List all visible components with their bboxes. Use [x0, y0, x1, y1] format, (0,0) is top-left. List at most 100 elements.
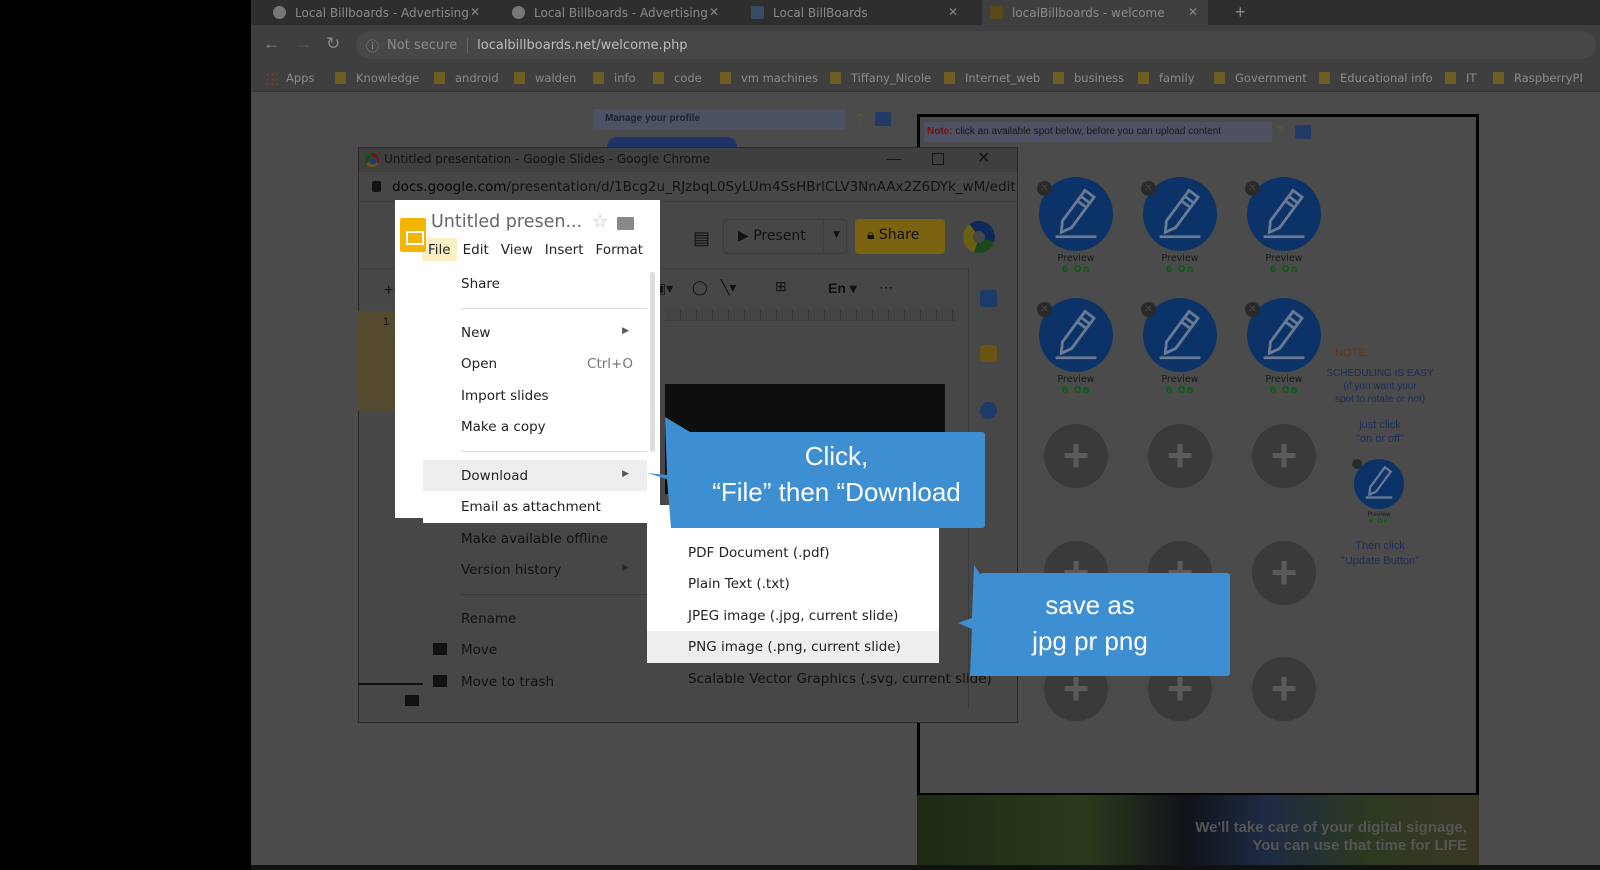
file-menu-item-rename[interactable]: Rename: [423, 602, 647, 634]
content-spot[interactable]: ✕: [1037, 298, 1113, 372]
bookmark-folder[interactable]: walden: [514, 71, 576, 85]
add-spot-button[interactable]: +: [1044, 424, 1108, 488]
file-menu-item-share[interactable]: Share: [423, 268, 647, 300]
bookmark-folder[interactable]: code: [653, 71, 702, 85]
calendar-icon[interactable]: [980, 290, 997, 307]
download-option-png[interactable]: PNG image (.png, current slide): [647, 631, 939, 663]
star-icon[interactable]: ☆: [592, 211, 608, 232]
back-icon[interactable]: ←: [263, 34, 280, 54]
share-button[interactable]: 🔒︎ Share: [855, 219, 945, 254]
help-icon[interactable]: ?: [1276, 123, 1283, 138]
spot-status[interactable]: Preview6 On: [1244, 253, 1324, 275]
bookmark-folder[interactable]: Tiffany_Nicole: [830, 71, 931, 85]
remove-spot-icon[interactable]: ✕: [1037, 302, 1052, 317]
content-spot[interactable]: ✕: [1245, 298, 1321, 372]
spot-status[interactable]: Preview6 On: [1140, 374, 1220, 396]
tasks-icon[interactable]: [980, 402, 997, 419]
download-option-svg[interactable]: Scalable Vector Graphics (.svg, current …: [647, 662, 992, 694]
file-menu-item-import-slides[interactable]: Import slides: [423, 379, 647, 411]
slides-logo-icon[interactable]: [400, 218, 426, 252]
folder-icon: [434, 72, 445, 84]
omnibox[interactable]: ⓘ Not secure localbillboards.net/welcome…: [356, 31, 1596, 59]
more-icon[interactable]: ⋯: [879, 279, 893, 296]
minimize-button[interactable]: —: [887, 150, 901, 166]
file-menu-item-make-a-copy[interactable]: Make a copy: [423, 411, 647, 443]
bookmark-folder[interactable]: android: [434, 71, 499, 85]
bookmark-apps[interactable]: Apps: [265, 71, 314, 85]
keep-icon[interactable]: [980, 345, 997, 362]
help-icon[interactable]: ?: [856, 111, 863, 126]
chevron-down-icon[interactable]: ▼: [833, 230, 840, 240]
menu-separator: [423, 442, 647, 460]
maximize-button[interactable]: [932, 153, 944, 165]
profile-icon[interactable]: [875, 112, 891, 126]
file-menu-item-version-history[interactable]: Version history ▶: [423, 554, 647, 586]
content-spot[interactable]: ✕: [1037, 177, 1113, 251]
remove-spot-icon[interactable]: ✕: [1141, 302, 1156, 317]
menu-format[interactable]: Format: [590, 238, 650, 261]
line-icon[interactable]: ╲▾: [721, 279, 736, 296]
bookmark-folder[interactable]: info: [593, 71, 636, 85]
file-menu-item-download[interactable]: Download ▶: [423, 459, 647, 491]
present-button[interactable]: ▶ Present ▼: [723, 219, 847, 254]
comment-add-icon[interactable]: ⊞: [775, 278, 787, 295]
bookmark-folder[interactable]: Knowledge: [335, 71, 419, 85]
tab-1[interactable]: Local Billboards - Advertising ✕: [265, 0, 490, 25]
remove-spot-icon[interactable]: ✕: [1245, 302, 1260, 317]
close-tab-icon[interactable]: ✕: [1188, 5, 1198, 19]
bookmark-folder[interactable]: RaspberryPI: [1493, 71, 1583, 85]
bookmark-folder[interactable]: Government: [1214, 71, 1307, 85]
bookmark-folder[interactable]: business: [1053, 71, 1124, 85]
file-menu-item-make-available-offline[interactable]: Make available offline: [423, 522, 647, 554]
window-url-bar[interactable]: docs.google.com/presentation/d/1Bcg2u_RJ…: [359, 172, 1017, 202]
content-spot[interactable]: ✕: [1141, 177, 1217, 251]
account-avatar[interactable]: [963, 221, 995, 253]
bookmark-folder[interactable]: family: [1138, 71, 1195, 85]
close-tab-icon[interactable]: ✕: [948, 5, 958, 19]
spot-status[interactable]: Preview6 On: [1140, 253, 1220, 275]
grid-view-icon[interactable]: [405, 695, 419, 706]
reload-icon[interactable]: ↻: [326, 34, 340, 54]
menu-edit[interactable]: Edit: [457, 238, 495, 261]
spot-status[interactable]: Preview6 On: [1036, 253, 1116, 275]
input-tools-button[interactable]: En ▾: [828, 280, 857, 297]
menu-file[interactable]: File: [422, 238, 457, 261]
url-path: /presentation/d/1Bcg2u_RJzbqL0SyLUm4SsHB…: [506, 179, 1017, 195]
menu-view[interactable]: View: [495, 238, 539, 261]
bookmark-folder[interactable]: IT: [1445, 71, 1476, 85]
document-title[interactable]: Untitled presen...: [431, 212, 582, 232]
close-window-button[interactable]: ✕: [977, 148, 990, 168]
download-option-txt[interactable]: Plain Text (.txt): [647, 568, 939, 600]
new-tab-button[interactable]: +: [1235, 2, 1246, 23]
comment-icon[interactable]: ▤: [693, 228, 710, 249]
download-option-pdf[interactable]: PDF Document (.pdf): [647, 536, 939, 568]
file-menu-item-move[interactable]: Move: [423, 634, 647, 666]
close-tab-icon[interactable]: ✕: [470, 5, 480, 19]
file-menu-item-new[interactable]: New ▶: [423, 316, 647, 348]
menu-insert[interactable]: Insert: [539, 238, 590, 261]
add-spot-button[interactable]: +: [1148, 424, 1212, 488]
remove-spot-icon[interactable]: ✕: [1245, 181, 1260, 196]
file-menu-item-email-as-attachment[interactable]: Email as attachment: [423, 491, 647, 523]
bookmark-folder[interactable]: vm machines: [720, 71, 818, 85]
save-icon[interactable]: [1295, 125, 1311, 139]
file-menu-item-open[interactable]: Open Ctrl+O: [423, 348, 647, 380]
manage-profile-button[interactable]: Manage your profile: [593, 109, 845, 130]
add-spot-button[interactable]: +: [1252, 657, 1316, 721]
forward-icon[interactable]: →: [295, 34, 312, 54]
tab-4-active[interactable]: localBillboards - welcome ✕: [982, 0, 1208, 25]
remove-spot-icon[interactable]: ✕: [1037, 181, 1052, 196]
folder-icon[interactable]: [617, 217, 634, 230]
bookmark-folder[interactable]: Internet_web: [944, 71, 1040, 85]
download-option-jpg[interactable]: JPEG image (.jpg, current slide): [647, 599, 939, 631]
spot-status[interactable]: Preview6 On: [1036, 374, 1116, 396]
bookmark-folder[interactable]: Educational info: [1319, 71, 1433, 85]
content-spot[interactable]: ✕: [1245, 177, 1321, 251]
close-tab-icon[interactable]: ✕: [709, 5, 719, 19]
remove-spot-icon[interactable]: ✕: [1141, 181, 1156, 196]
tab-3[interactable]: Local BillBoards ✕: [743, 0, 968, 25]
content-spot[interactable]: ✕: [1141, 298, 1217, 372]
shape-icon[interactable]: ◯: [692, 279, 708, 296]
file-menu-item-move-to-trash[interactable]: Move to trash: [423, 665, 647, 697]
tab-2[interactable]: Local Billboards - Advertising ✕: [504, 0, 729, 25]
